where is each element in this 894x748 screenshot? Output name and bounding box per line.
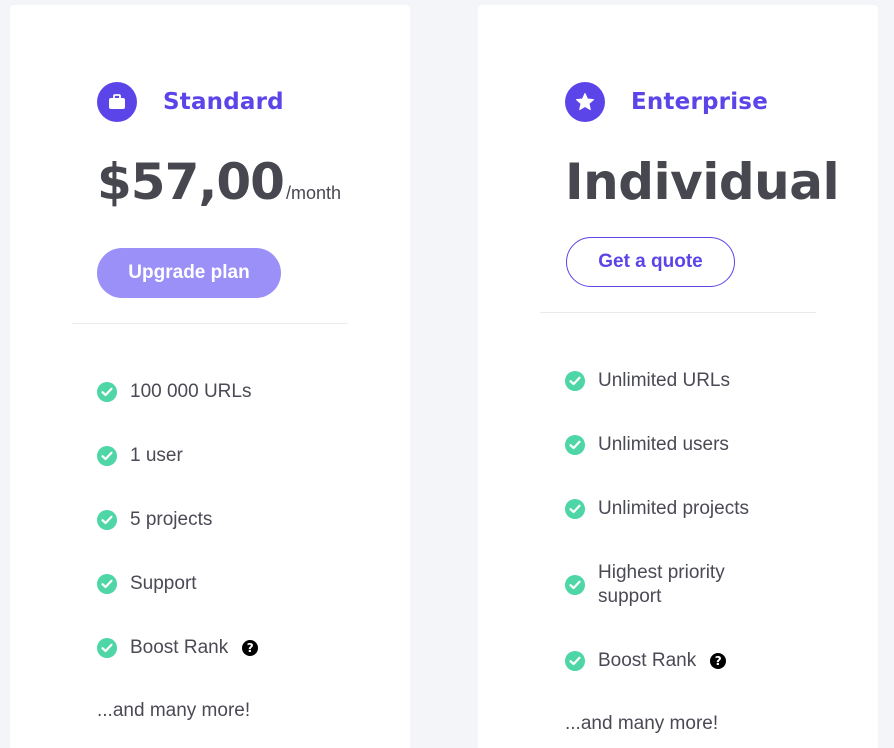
- briefcase-icon: [97, 82, 137, 122]
- more-features-text: ...and many more!: [97, 700, 251, 721]
- feature-item: Unlimited projects: [565, 497, 825, 521]
- price-row: Individual: [565, 153, 840, 211]
- pricing-page: Standard $57,00 /month Upgrade plan 100 …: [0, 0, 894, 748]
- feature-text: Support: [130, 573, 197, 594]
- more-features-text: ...and many more!: [565, 713, 719, 734]
- check-icon: [97, 446, 117, 466]
- feature-text: Unlimited URLs: [598, 370, 730, 391]
- check-icon: [565, 651, 585, 671]
- check-icon: [97, 510, 117, 530]
- plan-price: $57,00: [97, 153, 285, 211]
- feature-item: 100 000 URLs: [97, 380, 357, 404]
- feature-text: 5 projects: [130, 509, 213, 530]
- enterprise-plan-card: Enterprise Individual Get a quote Unlimi…: [478, 5, 878, 748]
- help-icon[interactable]: ?: [242, 640, 259, 656]
- upgrade-plan-button[interactable]: Upgrade plan: [97, 248, 281, 298]
- feature-item: 5 projects: [97, 508, 357, 532]
- feature-text: 100 000 URLs: [130, 381, 252, 402]
- feature-text: Boost Rank: [130, 637, 229, 658]
- plan-header: Standard: [97, 82, 284, 122]
- feature-text: Highest priority support: [598, 562, 725, 607]
- feature-item: Unlimited users: [565, 433, 825, 457]
- divider: [72, 323, 348, 324]
- help-icon[interactable]: ?: [710, 653, 727, 669]
- feature-item: Support: [97, 572, 357, 596]
- feature-text: 1 user: [130, 445, 183, 466]
- feature-item: Boost Rank ?: [565, 649, 825, 673]
- check-icon: [97, 574, 117, 594]
- feature-item: 1 user: [97, 444, 357, 468]
- check-icon: [97, 638, 117, 658]
- check-icon: [565, 499, 585, 519]
- check-icon: [565, 371, 585, 391]
- feature-text: Unlimited users: [598, 434, 729, 455]
- check-icon: [565, 435, 585, 455]
- plan-price: Individual: [565, 153, 840, 211]
- feature-item: Boost Rank ?: [97, 636, 357, 660]
- check-icon: [97, 382, 117, 402]
- divider: [540, 312, 816, 313]
- check-icon: [565, 575, 585, 595]
- plan-header: Enterprise: [565, 82, 768, 122]
- get-a-quote-button[interactable]: Get a quote: [566, 237, 735, 287]
- feature-text: Boost Rank: [598, 650, 697, 671]
- star-icon: [565, 82, 605, 122]
- feature-item: Highest priority support: [565, 561, 825, 609]
- feature-item: Unlimited URLs: [565, 369, 825, 393]
- price-row: $57,00 /month: [97, 153, 341, 211]
- price-unit: /month: [285, 183, 341, 203]
- standard-plan-card: Standard $57,00 /month Upgrade plan 100 …: [10, 5, 410, 748]
- feature-text: Unlimited projects: [598, 498, 749, 519]
- plan-name: Enterprise: [631, 89, 769, 115]
- plan-name: Standard: [163, 89, 284, 115]
